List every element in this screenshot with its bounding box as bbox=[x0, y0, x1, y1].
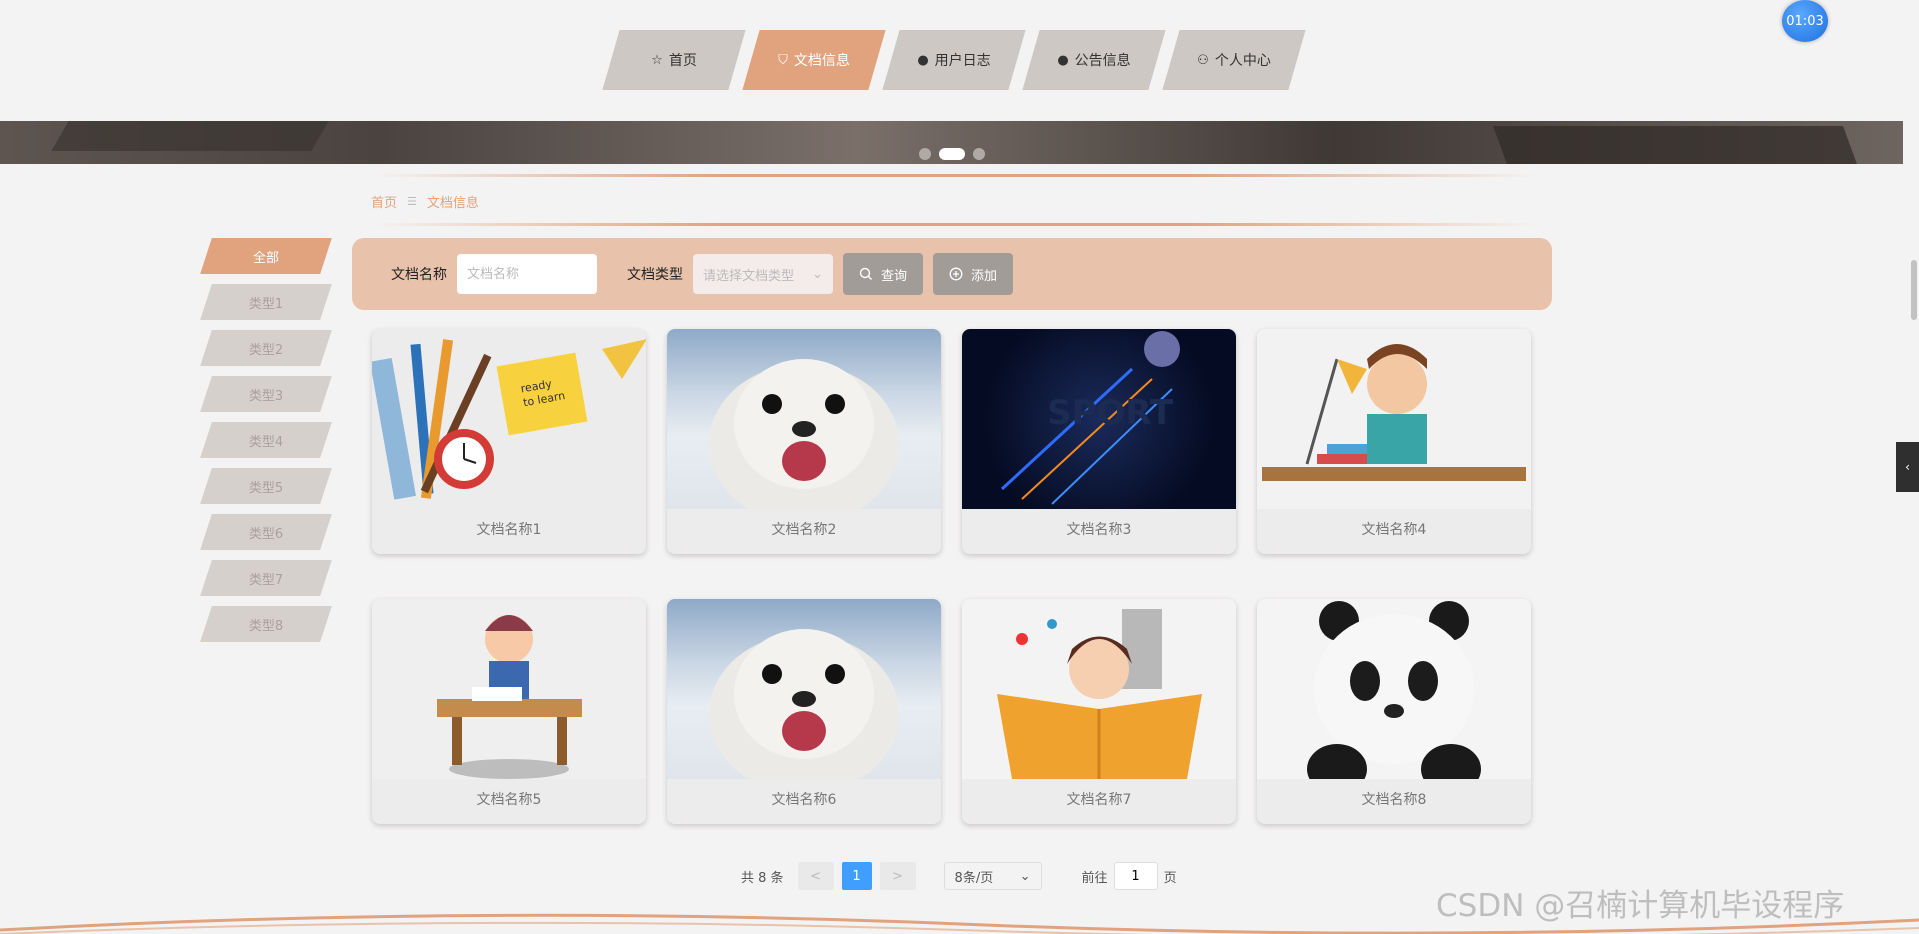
card-image bbox=[667, 599, 941, 779]
scrollbar[interactable] bbox=[1911, 260, 1917, 320]
sidebar-item-type8[interactable]: 类型8 bbox=[206, 606, 326, 642]
question-icon: ● bbox=[1057, 52, 1069, 68]
sidebar-item-type6[interactable]: 类型6 bbox=[206, 514, 326, 550]
nav-announcements[interactable]: ● 公告信息 bbox=[1031, 30, 1157, 90]
carousel-dots bbox=[919, 148, 985, 160]
document-card[interactable]: 文档名称2 bbox=[667, 329, 941, 554]
doc-type-select[interactable]: 请选择文档类型 ⌄ bbox=[693, 254, 833, 294]
pagination: 共 8 条 < 1 > 8条/页 ⌄ 前往 页 bbox=[741, 862, 1177, 890]
doc-type-label: 文档类型 bbox=[627, 267, 683, 283]
card-title: 文档名称2 bbox=[771, 522, 837, 538]
pagination-total: 共 8 条 bbox=[741, 870, 784, 886]
prev-page-button[interactable]: < bbox=[797, 862, 834, 890]
chevron-left-icon: ‹ bbox=[1905, 460, 1910, 474]
sidebar-item-all[interactable]: 全部 bbox=[206, 238, 326, 274]
card-image bbox=[372, 599, 646, 779]
nav-personal-center-label: 个人中心 bbox=[1214, 53, 1271, 69]
document-card[interactable]: ready to learn 文档名称1 bbox=[372, 329, 646, 554]
card-image bbox=[667, 329, 941, 509]
divider bbox=[370, 223, 1540, 226]
user-icon: ⚇ bbox=[1197, 52, 1209, 68]
nav-documents-label: 文档信息 bbox=[793, 53, 850, 69]
sidebar-item-type3[interactable]: 类型3 bbox=[206, 376, 326, 412]
card-title: 文档名称5 bbox=[476, 792, 542, 808]
add-button-label: 添加 bbox=[971, 268, 998, 284]
top-nav: ☆ 首页 ⛉ 文档信息 ● 用户日志 ● 公告信息 ⚇ 个人中心 bbox=[0, 30, 1919, 90]
doc-name-input[interactable] bbox=[457, 254, 597, 294]
carousel-dot[interactable] bbox=[919, 148, 931, 160]
search-icon bbox=[859, 267, 872, 280]
watermark: CSDN @召楠计算机毕设程序 bbox=[1436, 888, 1845, 924]
nav-personal-center[interactable]: ⚇ 个人中心 bbox=[1171, 30, 1297, 90]
goto-suffix: 页 bbox=[1163, 870, 1177, 886]
search-bar: 文档名称 文档类型 请选择文档类型 ⌄ 查询 添加 bbox=[352, 238, 1552, 310]
breadcrumb-home[interactable]: 首页 bbox=[371, 192, 397, 211]
document-card[interactable]: 文档名称8 bbox=[1257, 599, 1531, 824]
card-image: ready to learn bbox=[372, 329, 646, 509]
sidebar-item-type2[interactable]: 类型2 bbox=[206, 330, 326, 366]
breadcrumb: 首页 ☰ 文档信息 bbox=[371, 192, 479, 211]
query-button[interactable]: 查询 bbox=[843, 253, 924, 295]
bag-icon: ⛉ bbox=[778, 52, 788, 68]
divider bbox=[370, 174, 1540, 177]
document-card[interactable]: 文档名称6 bbox=[667, 599, 941, 824]
breadcrumb-current: 文档信息 bbox=[426, 196, 479, 211]
nav-user-log-label: 用户日志 bbox=[934, 53, 991, 69]
breadcrumb-separator: ☰ bbox=[407, 195, 417, 208]
sidebar-item-type7[interactable]: 类型7 bbox=[206, 560, 326, 596]
card-title: 文档名称4 bbox=[1361, 522, 1427, 538]
nav-user-log[interactable]: ● 用户日志 bbox=[891, 30, 1017, 90]
nav-announcements-label: 公告信息 bbox=[1074, 53, 1131, 69]
chevron-down-icon: ⌄ bbox=[1019, 868, 1031, 884]
nav-home-label: 首页 bbox=[668, 53, 697, 69]
page-number-current[interactable]: 1 bbox=[841, 862, 872, 890]
page-size-value: 8条/页 bbox=[954, 870, 994, 886]
sidebar-item-type4[interactable]: 类型4 bbox=[206, 422, 326, 458]
card-title: 文档名称3 bbox=[1066, 522, 1132, 538]
document-card[interactable]: 文档名称5 bbox=[372, 599, 646, 824]
plus-circle-icon bbox=[949, 267, 963, 281]
collapse-tab[interactable]: ‹ bbox=[1896, 442, 1919, 492]
document-card[interactable]: 文档名称4 bbox=[1257, 329, 1531, 554]
chevron-down-icon: ⌄ bbox=[812, 266, 823, 282]
doc-name-label: 文档名称 bbox=[391, 267, 447, 283]
svg-text:SPORT: SPORT bbox=[1047, 393, 1174, 433]
nav-documents[interactable]: ⛉ 文档信息 bbox=[751, 30, 877, 90]
sidebar-item-type1[interactable]: 类型1 bbox=[206, 284, 326, 320]
card-image bbox=[1257, 599, 1531, 779]
goto-prefix: 前往 bbox=[1081, 870, 1108, 886]
timer-badge[interactable]: 01:03 bbox=[1782, 0, 1828, 42]
card-image: SPORT bbox=[962, 329, 1236, 509]
star-icon: ☆ bbox=[651, 52, 663, 68]
type-sidebar: 全部 类型1 类型2 类型3 类型4 类型5 类型6 类型7 类型8 bbox=[206, 238, 326, 652]
card-title: 文档名称7 bbox=[1066, 792, 1132, 808]
nav-home[interactable]: ☆ 首页 bbox=[611, 30, 737, 90]
carousel-dot[interactable] bbox=[973, 148, 985, 160]
card-title: 文档名称1 bbox=[476, 522, 542, 538]
query-button-label: 查询 bbox=[881, 268, 908, 284]
document-card[interactable]: SPORT 文档名称3 bbox=[962, 329, 1236, 554]
goto-page-input[interactable] bbox=[1113, 862, 1158, 890]
card-title: 文档名称8 bbox=[1361, 792, 1427, 808]
sidebar-item-type5[interactable]: 类型5 bbox=[206, 468, 326, 504]
next-page-button[interactable]: > bbox=[879, 862, 916, 890]
card-image bbox=[962, 599, 1236, 779]
document-card[interactable]: 文档名称7 bbox=[962, 599, 1236, 824]
info-icon: ● bbox=[917, 52, 929, 68]
page-size-select[interactable]: 8条/页 ⌄ bbox=[943, 862, 1042, 890]
add-button[interactable]: 添加 bbox=[933, 253, 1014, 295]
doc-type-placeholder: 请选择文档类型 bbox=[703, 268, 795, 284]
card-image bbox=[1257, 329, 1531, 509]
card-title: 文档名称6 bbox=[771, 792, 837, 808]
carousel-dot-active[interactable] bbox=[939, 148, 965, 160]
